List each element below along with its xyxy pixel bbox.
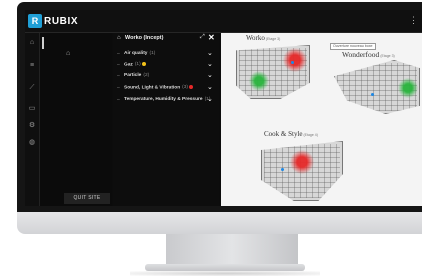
bullet-icon: – xyxy=(117,73,120,79)
close-icon[interactable]: ✕ xyxy=(208,33,215,42)
sensor-category-sound-light-vibration[interactable]: – Sound, Light & Vibration (3) ⌄ xyxy=(113,83,219,93)
folder-icon[interactable]: ▭ xyxy=(28,105,36,113)
sensor-category-gaz[interactable]: – Gaz (1) ⌄ xyxy=(113,60,219,70)
category-name: Particle xyxy=(124,73,142,78)
logo-mark-icon: R xyxy=(28,14,42,28)
kebab-menu-icon[interactable]: ⋮ xyxy=(409,15,418,25)
status-dot-alert xyxy=(189,85,194,89)
bullet-icon: – xyxy=(117,85,120,91)
alert-hotspot[interactable] xyxy=(290,150,314,174)
building-icon: ⌂ xyxy=(117,35,121,41)
category-name: Air quality xyxy=(124,51,148,56)
category-count: (2) xyxy=(143,73,150,78)
ok-hotspot[interactable] xyxy=(249,71,269,91)
category-count: (3) xyxy=(182,85,189,91)
plan-name: Wonderfood xyxy=(342,50,380,59)
logo-text: RUBIX xyxy=(44,15,79,27)
sensor-category-temperature-humidity-pressure[interactable]: – Temperature, Humidity & Pressure (1) ⌄ xyxy=(113,95,219,105)
category-name: Sound, Light & Vibration xyxy=(124,85,181,91)
plan-floor: (Etage 3) xyxy=(265,37,281,41)
scrollbar[interactable] xyxy=(42,37,44,49)
sensor-pin[interactable] xyxy=(371,93,374,96)
category-name: Temperature, Humidity & Pressure xyxy=(124,97,203,102)
chevron-down-icon[interactable]: ⌄ xyxy=(207,95,213,103)
monitor-chin xyxy=(17,212,422,234)
category-label: Gaz (1) xyxy=(124,62,146,67)
plan-name: Cook & Style xyxy=(264,130,303,138)
alert-hotspot[interactable] xyxy=(283,48,307,72)
app-screen: R RUBIX ⋮ ⌂ ≡ ⟋ ▭ ⚙ ◍ ⌂ QUIT SITE ⌂ Work… xyxy=(25,10,422,206)
site-home-icon[interactable]: ⌂ xyxy=(66,50,70,57)
sensor-category-air-quality[interactable]: – Air quality (1) ⌄ xyxy=(113,49,219,59)
sensor-category-particle[interactable]: – Particle (2) ⌄ xyxy=(113,71,219,81)
category-label: Particle (2) xyxy=(124,73,149,78)
monitor-stand-base xyxy=(145,264,305,271)
category-name: Gaz xyxy=(124,62,133,68)
sensor-pin[interactable] xyxy=(281,168,284,171)
chevron-down-icon[interactable]: ⌄ xyxy=(207,49,213,57)
bullet-icon: – xyxy=(117,51,120,57)
category-count: (1) xyxy=(149,51,156,56)
chart-icon[interactable]: ⟋ xyxy=(28,84,36,92)
monitor-bezel: R RUBIX ⋮ ⌂ ≡ ⟋ ▭ ⚙ ◍ ⌂ QUIT SITE ⌂ Work… xyxy=(17,2,422,212)
chevron-down-icon[interactable]: ⌄ xyxy=(207,83,213,91)
site-panel: ⌂ QUIT SITE xyxy=(40,33,112,206)
status-dot-warning xyxy=(141,62,146,66)
stand-shadow xyxy=(130,271,320,276)
chevron-down-icon[interactable]: ⌄ xyxy=(207,71,213,79)
quit-site-button[interactable]: QUIT SITE xyxy=(64,193,110,204)
category-label: Temperature, Humidity & Pressure (1) xyxy=(124,97,210,102)
site-title: Worko (Incept) xyxy=(125,35,164,41)
plan-name: Worko xyxy=(246,34,265,42)
sensor-pin[interactable] xyxy=(291,61,294,64)
sensor-panel-header: ⌂ Worko (Incept) ⤢ ✕ xyxy=(113,33,219,45)
app-logo[interactable]: R RUBIX xyxy=(28,13,78,29)
list-icon[interactable]: ≡ xyxy=(28,62,36,70)
map-annotation-tag: Ouverture nouveau boxe xyxy=(330,43,376,50)
category-count: (1) xyxy=(134,62,141,68)
chevron-down-icon[interactable]: ⌄ xyxy=(207,60,213,68)
category-label: Sound, Light & Vibration (3) xyxy=(124,85,194,91)
expand-icon[interactable]: ⤢ xyxy=(200,34,205,41)
top-bar: R RUBIX ⋮ xyxy=(25,10,422,33)
icon-rail: ⌂ ≡ ⟋ ▭ ⚙ ◍ xyxy=(25,33,40,206)
sensor-panel: ⌂ Worko (Incept) ⤢ ✕ – Air quality (1) ⌄ … xyxy=(113,33,219,206)
category-label: Air quality (1) xyxy=(124,51,155,56)
globe-icon[interactable]: ◍ xyxy=(28,139,36,147)
plan-title-worko: Worko(Etage 3) xyxy=(246,34,280,42)
bullet-icon: – xyxy=(117,62,120,68)
bullet-icon: – xyxy=(117,97,120,103)
plan-title-cook-style: Cook & Style(Etage 4) xyxy=(264,130,318,138)
monitor-stand-neck xyxy=(166,234,298,264)
home-icon[interactable]: ⌂ xyxy=(28,39,36,47)
ok-hotspot[interactable] xyxy=(398,78,418,98)
settings-icon[interactable]: ⚙ xyxy=(28,122,36,130)
plan-floor: (Etage 4) xyxy=(303,133,318,137)
plan-title-wonderfood: Wonderfood(Etage 3) xyxy=(342,50,395,59)
plan-floor: (Etage 3) xyxy=(380,54,395,58)
floor-plan-map[interactable]: Worko(Etage 3) Ouverture nouveau boxe Wo… xyxy=(221,33,422,206)
